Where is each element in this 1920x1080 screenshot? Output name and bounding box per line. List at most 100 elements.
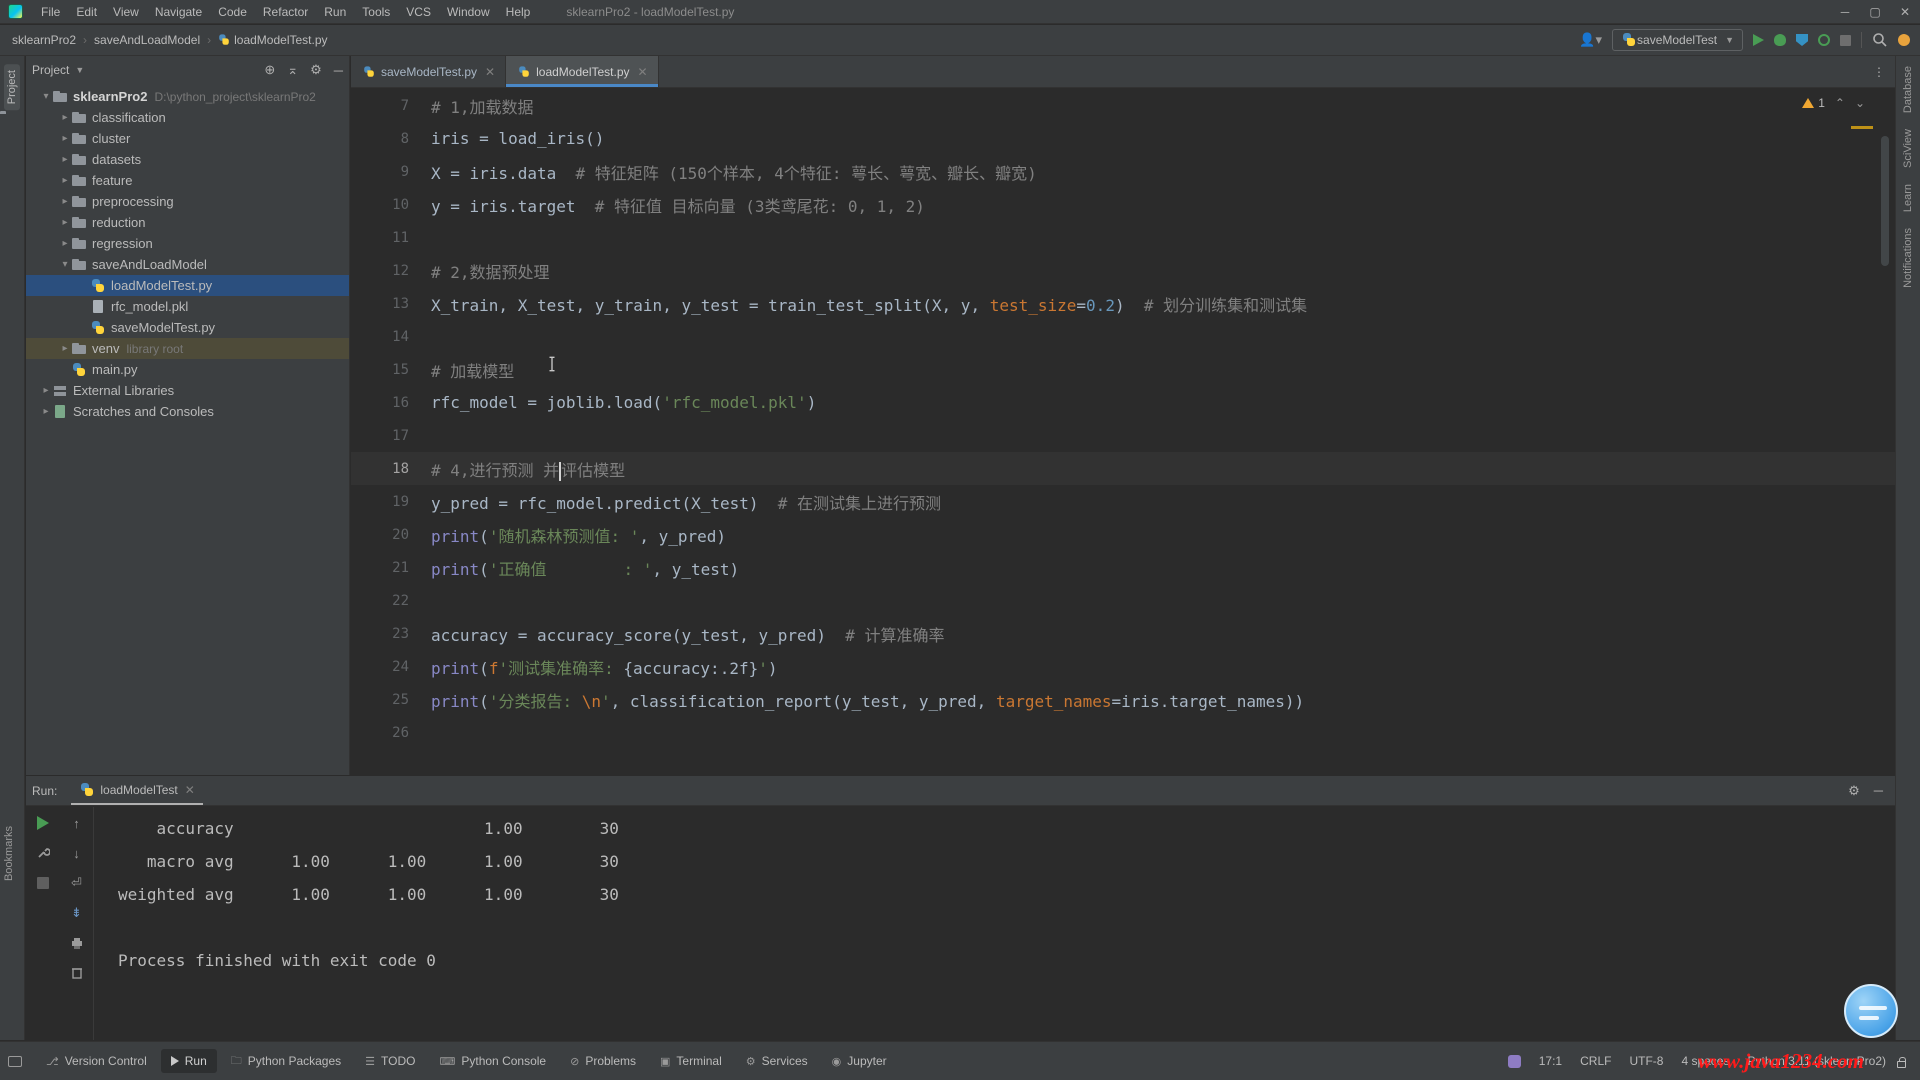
run-config-select[interactable]: saveModelTest ▼: [1612, 29, 1743, 51]
tree-item-main-py[interactable]: main.py: [26, 359, 349, 380]
tree-item-external-libraries[interactable]: ▸External Libraries: [26, 380, 349, 401]
tool-window-button-problems[interactable]: ⊘Problems: [560, 1049, 646, 1073]
locate-file-icon[interactable]: ⊕: [264, 62, 275, 78]
tool-window-button-version-control[interactable]: ⎇Version Control: [36, 1049, 157, 1073]
tree-item-loadmodeltest-py[interactable]: loadModelTest.py: [26, 275, 349, 296]
tabs-options-icon[interactable]: ⋮: [1863, 56, 1895, 87]
tree-item-regression[interactable]: ▸regression: [26, 233, 349, 254]
tool-window-button-python-packages[interactable]: 🗀Python Packages: [221, 1047, 351, 1076]
tree-item-savemodeltest-py[interactable]: saveModelTest.py: [26, 317, 349, 338]
menu-code[interactable]: Code: [210, 2, 255, 22]
code-line-23[interactable]: 23accuracy = accuracy_score(y_test, y_pr…: [351, 617, 1895, 650]
close-icon[interactable]: ✕: [185, 783, 195, 797]
menu-refactor[interactable]: Refactor: [255, 2, 316, 22]
lock-icon[interactable]: [1897, 1061, 1906, 1068]
project-stripe-tab[interactable]: Project: [4, 64, 20, 110]
tree-chevron-icon[interactable]: ▸: [59, 112, 71, 123]
tree-chevron-icon[interactable]: ▸: [40, 385, 52, 396]
tree-chevron-icon[interactable]: ▸: [59, 343, 71, 354]
settings-gear-icon[interactable]: ⚙: [310, 62, 322, 78]
editor-tab-loadmodeltest-py[interactable]: loadModelTest.py✕: [506, 56, 658, 87]
tree-item-cluster[interactable]: ▸cluster: [26, 128, 349, 149]
coverage-button[interactable]: [1796, 34, 1808, 46]
code-line-15[interactable]: 15# 加载模型: [351, 353, 1895, 386]
update-notification-icon[interactable]: [1898, 34, 1910, 46]
tree-item-venv[interactable]: ▸venvlibrary root: [26, 338, 349, 359]
down-stack-trace-icon[interactable]: ↓: [69, 845, 85, 861]
code-line-25[interactable]: 25print('分类报告: \n', classification_repor…: [351, 683, 1895, 716]
rerun-button[interactable]: [37, 816, 49, 830]
tool-window-button-terminal[interactable]: ▣Terminal: [650, 1049, 732, 1073]
hide-panel-icon[interactable]: ─: [1874, 783, 1883, 798]
code-line-13[interactable]: 13X_train, X_test, y_train, y_test = tra…: [351, 287, 1895, 320]
collaborate-icon[interactable]: 👤▾: [1579, 32, 1602, 48]
breadcrumb-item[interactable]: loadModelTest.py: [232, 31, 329, 49]
minimize-button[interactable]: ─: [1830, 5, 1860, 19]
tree-chevron-icon[interactable]: ▸: [59, 133, 71, 144]
tree-item-rfc-model-pkl[interactable]: rfc_model.pkl: [26, 296, 349, 317]
stop-button[interactable]: [37, 877, 49, 889]
code-line-21[interactable]: 21print('正确值 : ', y_test): [351, 551, 1895, 584]
up-stack-trace-icon[interactable]: ↑: [69, 815, 85, 831]
debug-button[interactable]: [1774, 34, 1786, 46]
code-line-7[interactable]: 7# 1,加载数据: [351, 89, 1895, 122]
scroll-to-end-icon[interactable]: ⇟: [69, 905, 85, 921]
profiler-button[interactable]: [1818, 34, 1830, 46]
run-button[interactable]: [1753, 34, 1764, 46]
stop-button[interactable]: [1840, 35, 1851, 46]
plugin-status-icon[interactable]: [1508, 1055, 1521, 1068]
tree-item-sklearnpro2[interactable]: ▾sklearnPro2D:\python_project\sklearnPro…: [26, 86, 349, 107]
status-item[interactable]: 17:1: [1539, 1054, 1562, 1068]
run-settings-wrench-icon[interactable]: [35, 845, 51, 861]
tree-item-feature[interactable]: ▸feature: [26, 170, 349, 191]
project-panel-title[interactable]: Project▼: [32, 63, 84, 77]
code-area[interactable]: 7# 1,加载数据8iris = load_iris()9X = iris.da…: [351, 89, 1895, 775]
menu-edit[interactable]: Edit: [68, 2, 105, 22]
menu-file[interactable]: File: [33, 2, 68, 22]
code-line-24[interactable]: 24print(f'测试集准确率: {accuracy:.2f}'): [351, 650, 1895, 683]
close-button[interactable]: ✕: [1890, 5, 1920, 19]
code-line-8[interactable]: 8iris = load_iris(): [351, 122, 1895, 155]
tool-window-button-jupyter[interactable]: ◉Jupyter: [822, 1049, 897, 1073]
tree-item-preprocessing[interactable]: ▸preprocessing: [26, 191, 349, 212]
tool-window-button-python-console[interactable]: ⌨Python Console: [429, 1049, 556, 1073]
menu-navigate[interactable]: Navigate: [147, 2, 210, 22]
code-line-11[interactable]: 11: [351, 221, 1895, 254]
menu-view[interactable]: View: [105, 2, 147, 22]
tree-chevron-icon[interactable]: ▸: [59, 238, 71, 249]
tree-chevron-icon[interactable]: ▸: [59, 175, 71, 186]
menu-window[interactable]: Window: [439, 2, 498, 22]
code-line-16[interactable]: 16rfc_model = joblib.load('rfc_model.pkl…: [351, 386, 1895, 419]
code-line-20[interactable]: 20print('随机森林预测值: ', y_pred): [351, 518, 1895, 551]
code-line-9[interactable]: 9X = iris.data # 特征矩阵 (150个样本, 4个特征: 萼长、…: [351, 155, 1895, 188]
settings-gear-icon[interactable]: ⚙: [1848, 783, 1860, 799]
run-tab[interactable]: loadModelTest ✕: [71, 776, 202, 805]
editor-tab-savemodeltest-py[interactable]: saveModelTest.py✕: [351, 56, 506, 87]
clear-all-icon[interactable]: [69, 965, 85, 981]
collapse-all-icon[interactable]: ⌅: [287, 62, 298, 78]
status-item[interactable]: UTF-8: [1629, 1054, 1663, 1068]
tree-item-scratches-and-consoles[interactable]: ▸Scratches and Consoles: [26, 401, 349, 422]
tool-window-button-services[interactable]: ⚙Services: [736, 1049, 818, 1073]
right-stripe-tab-database[interactable]: Database: [1900, 60, 1916, 119]
tool-window-switcher-icon[interactable]: [8, 1056, 22, 1067]
menu-help[interactable]: Help: [498, 2, 539, 22]
tree-item-saveandloadmodel[interactable]: ▾saveAndLoadModel: [26, 254, 349, 275]
tree-chevron-icon[interactable]: ▸: [59, 154, 71, 165]
breadcrumb-item[interactable]: saveAndLoadModel: [92, 31, 202, 49]
right-stripe-tab-learn[interactable]: Learn: [1900, 178, 1916, 218]
code-line-14[interactable]: 14: [351, 320, 1895, 353]
tree-chevron-icon[interactable]: ▸: [40, 406, 52, 417]
tree-chevron-icon[interactable]: ▸: [59, 196, 71, 207]
tool-window-button-todo[interactable]: ☰TODO: [355, 1049, 425, 1073]
hide-panel-icon[interactable]: ─: [334, 63, 343, 78]
code-line-18[interactable]: 18# 4,进行预测 并评估模型: [351, 452, 1895, 485]
code-line-22[interactable]: 22: [351, 584, 1895, 617]
code-line-19[interactable]: 19y_pred = rfc_model.predict(X_test) # 在…: [351, 485, 1895, 518]
code-line-26[interactable]: 26: [351, 716, 1895, 749]
close-icon[interactable]: ✕: [638, 65, 648, 79]
tree-item-classification[interactable]: ▸classification: [26, 107, 349, 128]
tree-chevron-icon[interactable]: ▸: [59, 217, 71, 228]
tree-chevron-icon[interactable]: ▾: [59, 259, 71, 270]
close-icon[interactable]: ✕: [485, 65, 495, 79]
